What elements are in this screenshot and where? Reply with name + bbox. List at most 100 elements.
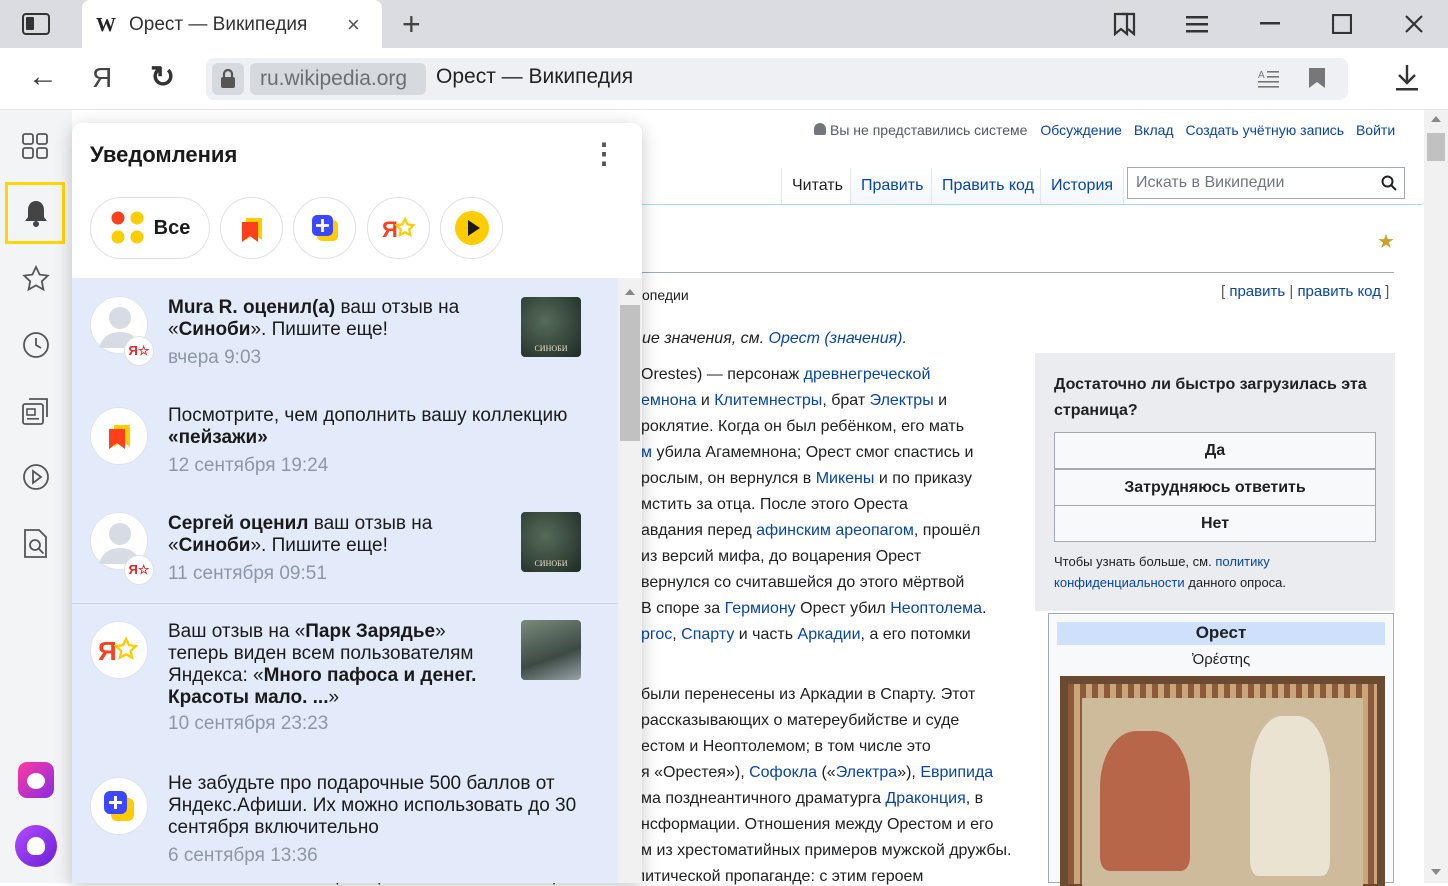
menu-icon[interactable]: [1186, 15, 1208, 33]
minimize-icon[interactable]: [1260, 22, 1280, 26]
article-text: ,: [672, 626, 682, 643]
notification-item[interactable]: Я☆ Mura R. оценил(а) ваш отзыв на «Синоб…: [72, 283, 618, 383]
tab-read[interactable]: Читать: [781, 168, 853, 205]
article-link[interactable]: Микены: [816, 470, 875, 487]
address-page-title[interactable]: Орест — Википедия: [436, 65, 633, 89]
article-link[interactable]: емнона: [641, 392, 696, 409]
back-button[interactable]: ←: [28, 60, 58, 94]
zen-feed-icon[interactable]: [21, 397, 51, 427]
panel-scrollbar-thumb[interactable]: [620, 305, 640, 441]
alice-assistant-icon[interactable]: [15, 825, 57, 867]
article-link[interactable]: Электры: [870, 392, 934, 409]
maximize-icon[interactable]: [1332, 14, 1352, 34]
filter-video-chip[interactable]: [440, 197, 503, 259]
orestes-mosaic-image[interactable]: [1060, 676, 1385, 886]
notification-bold: Сергей оценил: [168, 513, 309, 534]
tab-edit[interactable]: Править: [850, 168, 934, 205]
filter-all-label: Все: [153, 216, 191, 239]
article-text: м из хрестоматийных примеров мужской дру…: [641, 842, 1012, 859]
shinobi-poster-thumbnail: СИНОБИ: [521, 512, 581, 572]
wikipedia-favicon-icon: W: [96, 14, 116, 36]
wiki-search-input[interactable]: Искать в Википедии: [1127, 167, 1405, 199]
filter-collections-chip[interactable]: [220, 197, 283, 259]
edit-code-link[interactable]: править код: [1297, 283, 1381, 300]
article-link[interactable]: афинским ареопагом: [756, 522, 914, 539]
article-link[interactable]: м: [641, 444, 652, 461]
article-line: рослым, он вернулся в Микены и по приказ…: [641, 470, 972, 488]
new-tab-button[interactable]: +: [402, 6, 421, 43]
filter-afisha-chip[interactable]: [293, 197, 356, 259]
article-line: мстить за отца. После этого Ореста: [641, 496, 908, 514]
more-menu-icon[interactable]: ⋮: [590, 137, 618, 170]
video-play-icon[interactable]: [22, 463, 50, 491]
article-text: и: [696, 392, 715, 409]
article-link[interactable]: древнегреческой: [804, 366, 931, 383]
hatnote-link[interactable]: Орест (значения): [769, 330, 903, 347]
article-link[interactable]: Клитемнестры: [714, 392, 822, 409]
infobox-title: Орест: [1057, 622, 1385, 645]
filter-all-chip[interactable]: Все: [90, 197, 210, 259]
thumbnail-caption: СИНОБИ: [534, 344, 568, 353]
gift-app-icon[interactable]: [18, 762, 54, 798]
poll-option-yes[interactable]: Да: [1054, 432, 1376, 469]
browser-tab[interactable]: W Орест — Википедия ×: [82, 0, 382, 48]
favorites-star-icon[interactable]: [22, 265, 50, 293]
scroll-down-arrow-icon[interactable]: [1431, 869, 1441, 875]
notification-body: Посмотрите, чем дополнить вашу коллекцию: [168, 405, 568, 426]
page-scrollbar-thumb[interactable]: [1427, 133, 1445, 161]
article-text: , прошёл: [913, 522, 981, 539]
page-scrollbar[interactable]: [1424, 110, 1448, 883]
collections-avatar: [90, 407, 148, 465]
download-icon[interactable]: [1395, 64, 1419, 92]
bookmarks-collection-icon[interactable]: [1112, 12, 1138, 36]
article-link[interactable]: ргос: [641, 626, 672, 643]
bracket-open: [: [1221, 283, 1226, 300]
article-link[interactable]: Драконция: [885, 790, 965, 807]
filter-reviews-chip[interactable]: Я: [367, 197, 430, 259]
poll-note-suffix: данного опроса.: [1188, 575, 1287, 590]
scroll-up-arrow-icon[interactable]: [1431, 116, 1441, 122]
notifications-button[interactable]: [5, 182, 65, 244]
article-line: В споре за Гермиону Орест убил Неоптолем…: [641, 600, 987, 618]
discussion-link[interactable]: Обсуждение: [1040, 122, 1122, 138]
notification-item[interactable]: Посмотрите, чем дополнить вашу коллекцию…: [72, 395, 618, 485]
document-search-icon[interactable]: [22, 529, 50, 559]
article-link[interactable]: Гермиону: [725, 600, 796, 617]
yandex-button[interactable]: Я: [92, 62, 112, 94]
poll-option-unsure[interactable]: Затрудняюсь ответить: [1054, 469, 1376, 506]
search-icon[interactable]: [1381, 175, 1397, 191]
notification-item[interactable]: Не забудьте про подарочные 500 баллов от…: [72, 763, 618, 883]
notification-item[interactable]: Я Ваш отзыв на «Парк Зарядье» теперь вид…: [72, 609, 618, 749]
lock-icon[interactable]: [212, 63, 244, 95]
article-body: Orestes) — персонаж древнегреческой емнон…: [641, 366, 1035, 883]
login-link[interactable]: Войти: [1356, 122, 1395, 138]
domain-label[interactable]: ru.wikipedia.org: [250, 63, 426, 95]
tab-history[interactable]: История: [1040, 168, 1125, 205]
contribution-link[interactable]: Вклад: [1134, 122, 1174, 138]
reader-mode-icon[interactable]: A: [1258, 68, 1280, 88]
bookmark-icon[interactable]: [1308, 67, 1326, 89]
article-text: роклятие. Когда он был ребёнком, его мат…: [641, 418, 965, 435]
article-link[interactable]: Электра: [836, 764, 898, 781]
apps-grid-icon[interactable]: [22, 133, 48, 159]
article-link[interactable]: Софокла: [749, 764, 817, 781]
article-text: .: [982, 600, 987, 617]
reload-button[interactable]: ↻: [150, 60, 175, 95]
notification-body: Ваш отзыв на «: [168, 621, 306, 642]
article-link[interactable]: Аркадии: [798, 626, 861, 643]
article-link[interactable]: Неоптолема: [890, 600, 982, 617]
article-text: убила Агамемнона; Орест смог спастись и: [652, 444, 974, 461]
article-link[interactable]: Еврипида: [920, 764, 993, 781]
close-tab-icon[interactable]: ×: [347, 12, 360, 38]
edit-section-links: [ править | править код ]: [1221, 283, 1389, 300]
panel-scroll-up-icon[interactable]: [625, 289, 635, 295]
create-account-link[interactable]: Создать учётную запись: [1185, 122, 1344, 138]
poll-option-no[interactable]: Нет: [1054, 505, 1376, 542]
article-link[interactable]: Спарту: [681, 626, 734, 643]
edit-link[interactable]: править: [1229, 283, 1285, 300]
tab-edit-code[interactable]: Править код: [931, 168, 1044, 205]
notification-item[interactable]: Я☆ Сергей оценил ваш отзыв на «Синоби». …: [72, 499, 618, 599]
history-clock-icon[interactable]: [22, 331, 50, 359]
sidebar-toggle-icon[interactable]: [22, 13, 50, 35]
close-window-icon[interactable]: [1404, 14, 1424, 34]
